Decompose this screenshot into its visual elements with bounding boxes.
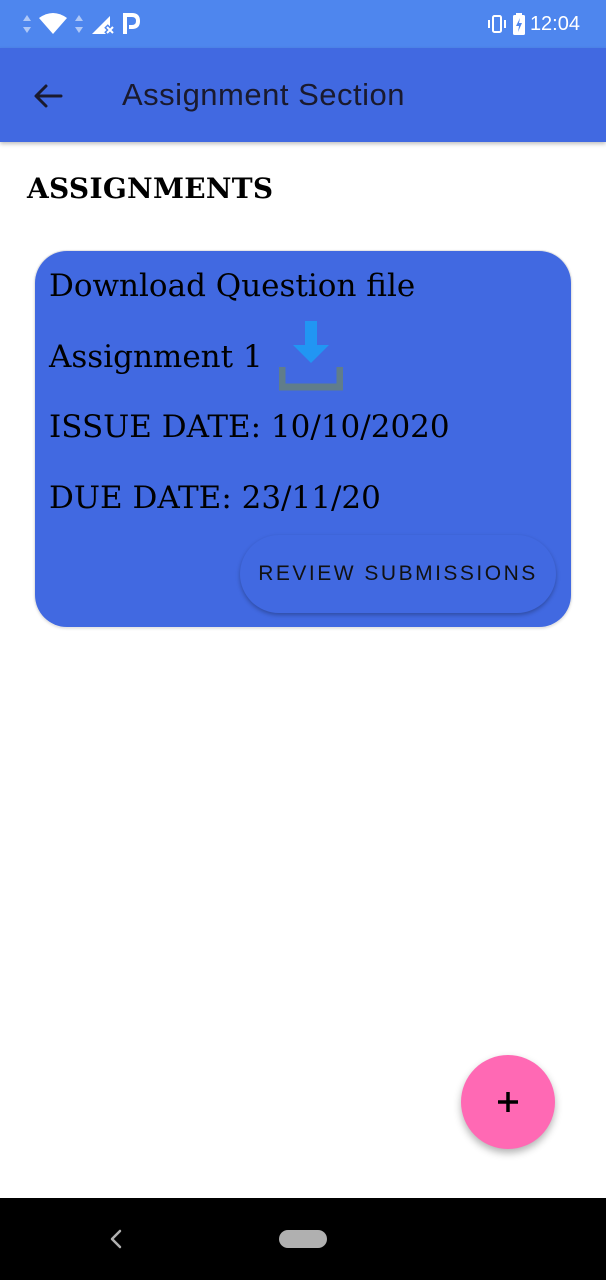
parking-p-icon [123, 13, 140, 34]
page-title: Assignment Section [122, 77, 405, 112]
data-arrows-icon [75, 15, 83, 33]
battery-charging-icon [512, 13, 525, 35]
review-submissions-button[interactable]: REVIEW SUBMISSIONS [240, 535, 556, 613]
vibrate-icon [487, 15, 506, 33]
add-assignment-fab[interactable] [461, 1055, 555, 1149]
status-right-icons: 12:04 [486, 10, 580, 38]
home-pill-icon[interactable] [279, 1230, 327, 1248]
status-left-icons [22, 10, 146, 38]
download-button[interactable] [278, 321, 344, 391]
system-nav-bar [0, 1198, 606, 1280]
status-time: 12:04 [529, 13, 580, 35]
nav-back-button[interactable] [104, 1226, 130, 1252]
due-date: DUE DATE: 23/11/20 [49, 480, 381, 516]
data-arrows-icon [23, 15, 31, 33]
plus-icon [498, 1092, 518, 1112]
assignment-card: Download Question file Assignment 1 ISSU… [35, 251, 571, 627]
section-heading: ASSIGNMENTS [27, 172, 274, 205]
assignment-name: Assignment 1 [49, 339, 263, 375]
status-bar: 12:04 [0, 0, 606, 48]
arrow-left-icon [34, 84, 63, 108]
chevron-left-icon [110, 1229, 122, 1249]
signal-off-icon [92, 16, 116, 36]
download-icon [278, 321, 344, 391]
back-button[interactable] [22, 70, 74, 122]
issue-date: ISSUE DATE: 10/10/2020 [49, 409, 450, 445]
app-bar: Assignment Section [0, 48, 606, 142]
wifi-icon [39, 13, 67, 34]
download-question-label[interactable]: Download Question file [49, 268, 415, 304]
